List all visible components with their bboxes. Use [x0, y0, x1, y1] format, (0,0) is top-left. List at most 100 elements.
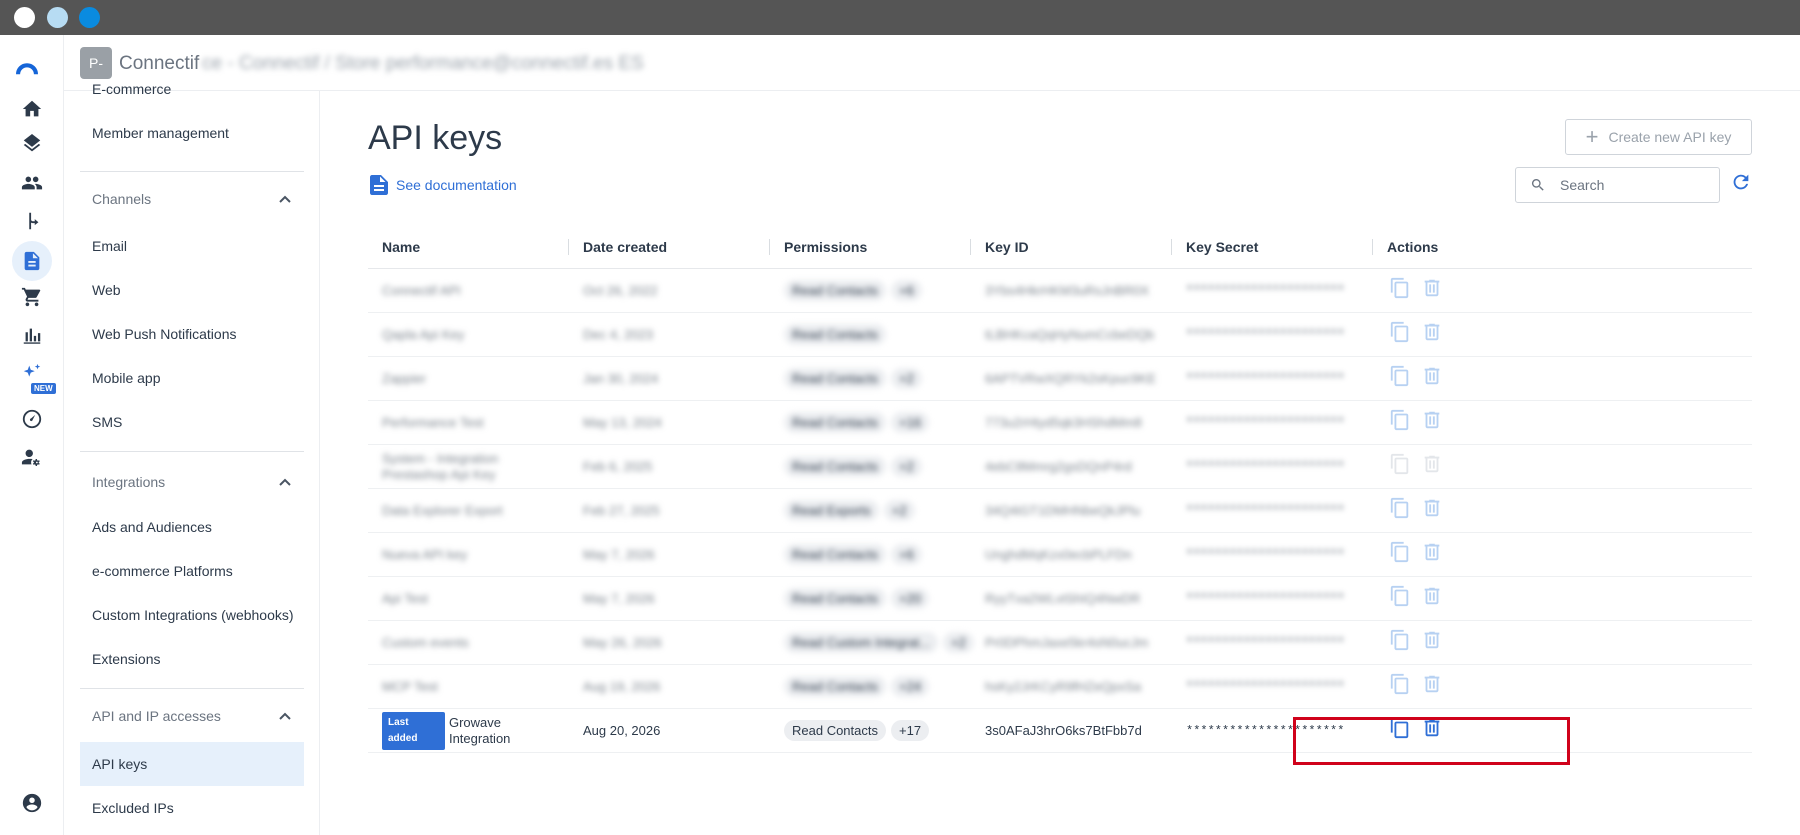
search-box[interactable] — [1515, 167, 1720, 203]
cell-actions — [1389, 269, 1443, 312]
cell-permissions: Read Custom Integrat... +2 — [784, 621, 979, 664]
more-permissions-chip[interactable]: +17 — [891, 720, 930, 741]
create-api-key-button[interactable]: + Create new API key — [1565, 119, 1752, 155]
table-row[interactable]: Custom events May 26, 2026 Read Custom Int… — [368, 621, 1752, 665]
copy-icon[interactable] — [1389, 541, 1411, 568]
delete-icon[interactable] — [1421, 497, 1443, 524]
more-permissions-chip[interactable]: +6 — [891, 280, 922, 301]
table-row[interactable]: Qapla Api Key Dec 4, 2023 Read Contacts tLB… — [368, 313, 1752, 357]
more-permissions-chip[interactable]: +2 — [883, 500, 915, 521]
app-logo[interactable] — [16, 57, 48, 79]
column-key-secret[interactable]: Key Secret — [1186, 225, 1258, 269]
table-row[interactable]: Nueva API key May 7, 2026 Read Contacts +6 U… — [368, 533, 1752, 577]
table-row[interactable]: Data Explorer Export Feb 27, 2025 Read Exp… — [368, 489, 1752, 533]
sidebar-item-member-management[interactable]: Member management — [80, 111, 304, 155]
delete-icon[interactable] — [1421, 453, 1443, 480]
delete-icon[interactable] — [1421, 409, 1443, 436]
people-icon[interactable] — [20, 171, 44, 195]
permission-chip: Read Contacts — [784, 324, 886, 345]
delete-icon[interactable] — [1421, 585, 1443, 612]
search-input[interactable] — [1560, 177, 1710, 193]
cell-key-secret: ********************** — [1186, 269, 1344, 312]
table-row[interactable]: Zappier Jan 30, 2024 Read Contacts +2 6APTVR… — [368, 357, 1752, 401]
sidebar-group-channels[interactable]: Channels — [80, 179, 304, 219]
copy-icon[interactable] — [1389, 409, 1411, 436]
key-secret-masked: ********************** — [1186, 415, 1345, 430]
cell-key-id: 4ebC8Mmrg2gsDQnP4rd — [985, 459, 1132, 474]
copy-icon[interactable] — [1389, 585, 1411, 612]
table-row[interactable]: System - Integration Prestashop Api Key F… — [368, 445, 1752, 489]
sidebar-divider — [80, 451, 304, 452]
sidebar-item-ads-audiences[interactable]: Ads and Audiences — [80, 505, 304, 549]
column-key-id[interactable]: Key ID — [985, 225, 1029, 269]
sidebar-item-ecommerce[interactable]: E-commerce — [80, 67, 304, 111]
user-settings-icon[interactable] — [20, 445, 44, 469]
delete-icon[interactable] — [1421, 629, 1443, 656]
cart-icon[interactable] — [20, 285, 44, 309]
copy-icon[interactable] — [1389, 277, 1411, 304]
minimize-window-button[interactable] — [47, 7, 68, 28]
cell-permissions: Read Contacts +6 — [784, 269, 927, 312]
copy-icon[interactable] — [1389, 497, 1411, 524]
column-date-created[interactable]: Date created — [583, 225, 667, 269]
speedometer-icon[interactable] — [20, 407, 44, 431]
more-permissions-chip[interactable]: +20 — [891, 588, 930, 609]
sidebar-item-api-keys[interactable]: API keys — [80, 742, 304, 786]
copy-icon[interactable] — [1389, 629, 1411, 656]
table-row[interactable]: MCP Test Aug 19, 2026 Read Contacts +24 hsKy… — [368, 665, 1752, 709]
delete-icon[interactable] — [1421, 321, 1443, 348]
layers-icon[interactable] — [20, 133, 44, 157]
account-circle-icon[interactable] — [20, 791, 44, 815]
sidebar-item-mobile-app[interactable]: Mobile app — [80, 356, 304, 400]
permission-chip: Read Contacts — [784, 280, 886, 301]
key-secret-masked: ********************** — [1186, 591, 1345, 606]
refresh-icon[interactable] — [1730, 171, 1752, 193]
column-permissions[interactable]: Permissions — [784, 225, 867, 269]
sparkle-icon[interactable] — [20, 361, 44, 385]
delete-icon[interactable] — [1421, 365, 1443, 392]
copy-icon[interactable] — [1389, 673, 1411, 700]
delete-icon[interactable] — [1421, 541, 1443, 568]
workflow-icon[interactable] — [20, 209, 44, 233]
more-permissions-chip[interactable]: +16 — [891, 412, 930, 433]
bar-chart-icon[interactable] — [20, 323, 44, 347]
sidebar-group-label: Channels — [92, 191, 152, 207]
more-permissions-chip[interactable]: +24 — [891, 676, 930, 697]
delete-icon[interactable] — [1421, 673, 1443, 700]
more-permissions-chip[interactable]: +2 — [891, 368, 922, 389]
sidebar-group-api-ip[interactable]: API and IP accesses — [80, 696, 304, 736]
copy-icon[interactable] — [1389, 321, 1411, 348]
cell-date-created: Aug 20, 2026 — [583, 723, 661, 738]
sidebar-item-web-push[interactable]: Web Push Notifications — [80, 312, 304, 356]
sidebar-item-web[interactable]: Web — [80, 268, 304, 312]
key-secret-masked: ********************** — [1186, 679, 1345, 694]
more-permissions-chip[interactable]: +2 — [891, 456, 922, 477]
key-name: Connectif API — [382, 282, 461, 298]
document-icon[interactable] — [12, 241, 52, 281]
home-icon[interactable] — [20, 97, 44, 121]
copy-icon[interactable] — [1389, 365, 1411, 392]
column-name[interactable]: Name — [382, 225, 420, 269]
cell-key-id: RyyTxa2WLvtShIQ4NwDR — [985, 591, 1141, 606]
maximize-window-button[interactable] — [79, 7, 100, 28]
sidebar-item-custom-integrations[interactable]: Custom Integrations (webhooks) — [80, 593, 304, 637]
sidebar-item-excluded-ips[interactable]: Excluded IPs — [80, 786, 304, 830]
cell-name: Last added Growave Integration — [382, 709, 562, 752]
see-documentation-link[interactable]: See documentation — [370, 175, 517, 195]
cell-date-created: Feb 27, 2025 — [583, 503, 660, 518]
copy-icon[interactable] — [1389, 453, 1411, 480]
close-window-button[interactable] — [14, 7, 35, 28]
sidebar-item-email[interactable]: Email — [80, 224, 304, 268]
table-row[interactable]: Performance Test May 13, 2024 Read Contact… — [368, 401, 1752, 445]
permission-chip: Read Exports — [784, 500, 879, 521]
key-name: Nueva API key — [382, 546, 468, 562]
delete-icon[interactable] — [1421, 277, 1443, 304]
more-permissions-chip[interactable]: +2 — [943, 632, 974, 653]
sidebar-item-extensions[interactable]: Extensions — [80, 637, 304, 681]
table-row[interactable]: Api Test May 7, 2026 Read Contacts +20 RyyTx… — [368, 577, 1752, 621]
sidebar-group-integrations[interactable]: Integrations — [80, 462, 304, 502]
sidebar-item-ecommerce-platforms[interactable]: e-commerce Platforms — [80, 549, 304, 593]
more-permissions-chip[interactable]: +6 — [891, 544, 922, 565]
sidebar-item-sms[interactable]: SMS — [80, 400, 304, 444]
table-row[interactable]: Connectif API Oct 26, 2022 Read Contacts +6… — [368, 269, 1752, 313]
